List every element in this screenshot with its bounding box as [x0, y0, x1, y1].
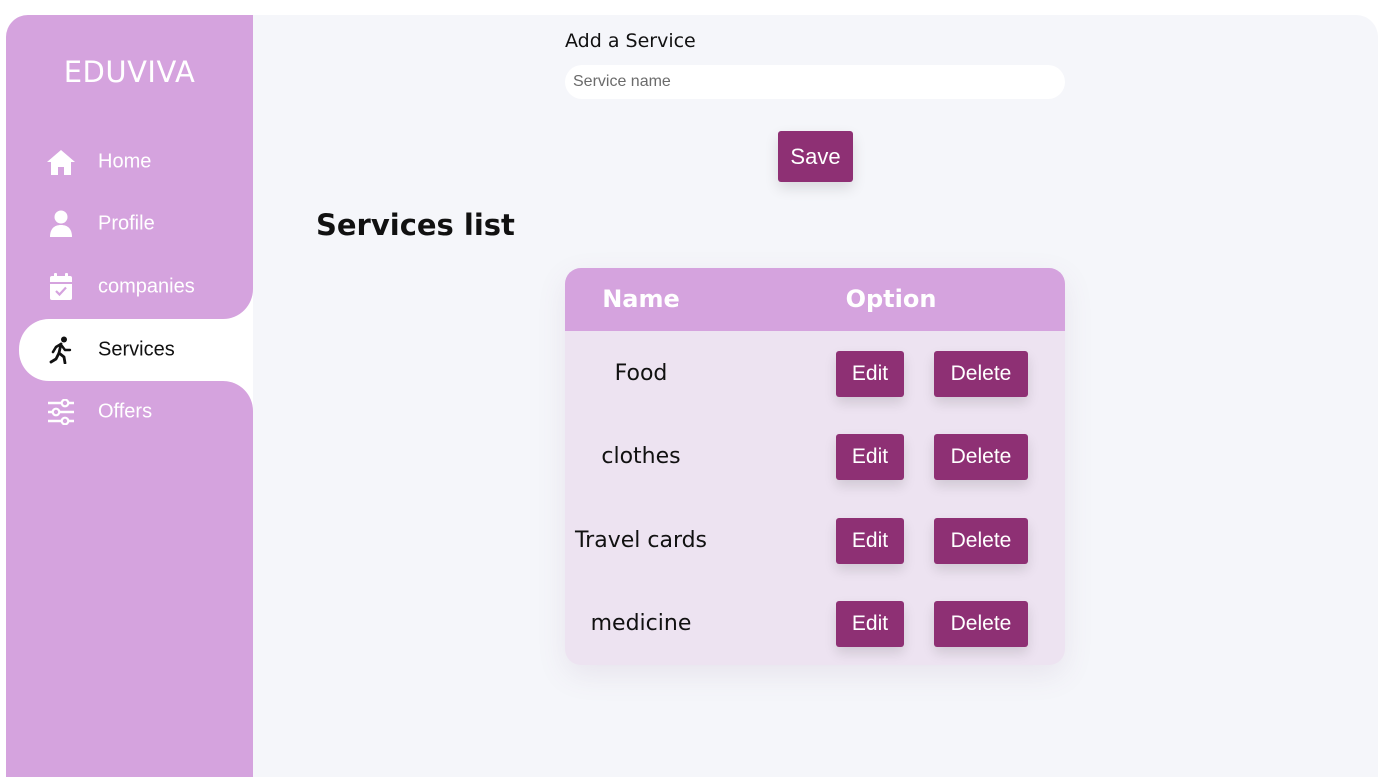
delete-button[interactable]: Delete: [934, 518, 1028, 564]
sidebar: EDUVIVA Home Profile companies Services …: [6, 15, 253, 777]
column-header-name: Name: [602, 285, 680, 313]
table-row: clothes Edit Delete: [565, 434, 1065, 517]
sidebar-item-label: Profile: [98, 212, 155, 235]
home-icon: [46, 147, 76, 177]
edit-button[interactable]: Edit: [836, 434, 904, 480]
sidebar-item-label: companies: [98, 275, 195, 298]
person-icon: [46, 209, 76, 239]
column-header-option: Option: [845, 285, 937, 313]
main-content: Add a Service Save Services list Name Op…: [253, 15, 1378, 777]
sidebar-item-companies[interactable]: companies: [19, 256, 253, 318]
service-name-cell: Travel cards: [574, 528, 708, 553]
services-list-title: Services list: [316, 208, 515, 242]
edit-button[interactable]: Edit: [836, 351, 904, 397]
add-service-label: Add a Service: [565, 30, 696, 52]
edit-button[interactable]: Edit: [836, 518, 904, 564]
service-name-input[interactable]: [565, 65, 1065, 99]
sidebar-item-label: Home: [98, 150, 152, 173]
calendar-check-icon: [46, 272, 76, 302]
table-row: medicine Edit Delete: [565, 601, 1065, 665]
window-right-edge: [1378, 0, 1396, 777]
table-row: Travel cards Edit Delete: [565, 518, 1065, 601]
sidebar-item-label: Services: [98, 338, 175, 361]
sidebar-item-home[interactable]: Home: [19, 131, 253, 193]
delete-button[interactable]: Delete: [934, 601, 1028, 647]
delete-button[interactable]: Delete: [934, 434, 1028, 480]
services-table: Name Option Food Edit Delete clothes Edi…: [565, 268, 1065, 665]
save-button[interactable]: Save: [778, 131, 853, 182]
brand-logo: EDUVIVA: [63, 55, 196, 89]
sidebar-item-label: Offers: [98, 400, 153, 423]
service-name-cell: clothes: [601, 444, 681, 469]
app-root: EDUVIVA Home Profile companies Services …: [0, 0, 1396, 777]
sliders-icon: [46, 397, 76, 427]
delete-button[interactable]: Delete: [934, 351, 1028, 397]
sidebar-item-services[interactable]: Services: [19, 319, 253, 381]
service-name-cell: Food: [614, 361, 668, 386]
running-person-icon: [46, 335, 76, 365]
table-row: Food Edit Delete: [565, 351, 1065, 434]
sidebar-item-offers[interactable]: Offers: [19, 381, 253, 443]
sidebar-item-profile[interactable]: Profile: [19, 193, 253, 255]
table-header: Name Option: [565, 268, 1065, 331]
service-name-cell: medicine: [590, 611, 692, 636]
edit-button[interactable]: Edit: [836, 601, 904, 647]
